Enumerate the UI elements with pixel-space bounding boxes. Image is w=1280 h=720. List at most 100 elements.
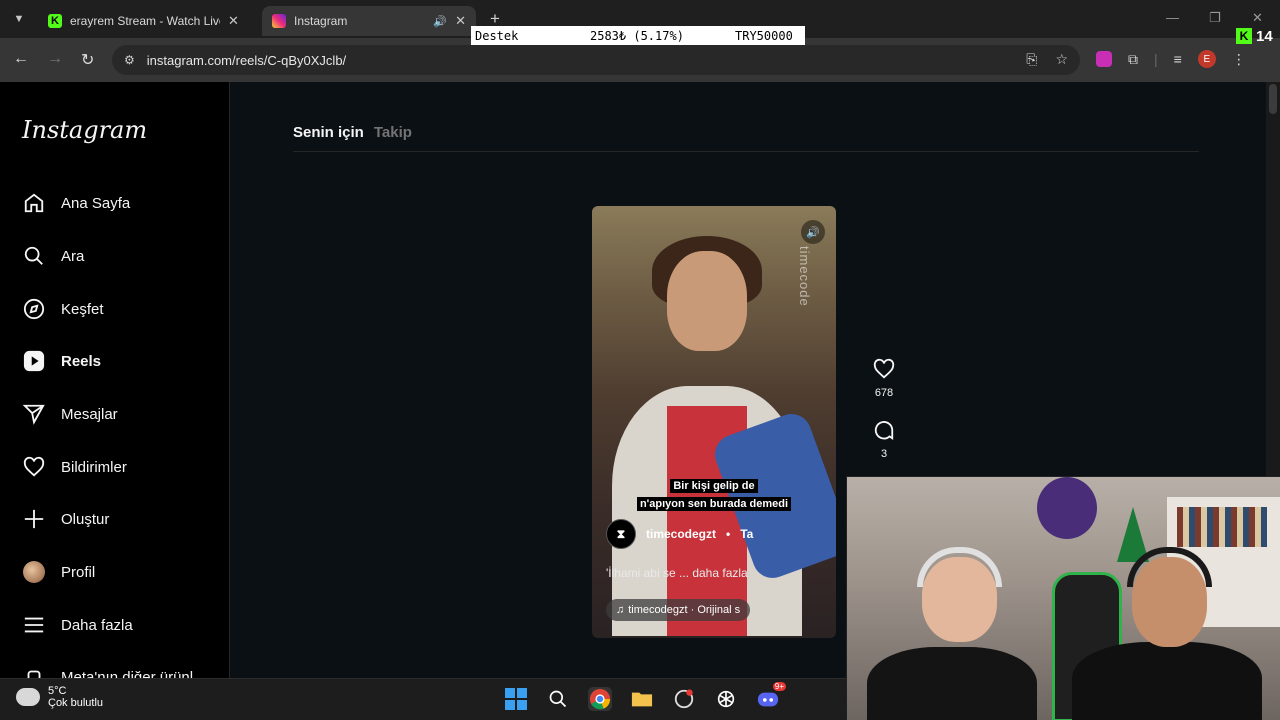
avatar: [22, 560, 46, 584]
subtitle-line-1: Bir kişi gelip de: [592, 476, 836, 494]
chatgpt-icon[interactable]: [714, 687, 738, 711]
extensions-puzzle-icon[interactable]: ⧉: [1128, 51, 1138, 68]
comment-count: 3: [880, 448, 888, 460]
file-explorer-icon[interactable]: [630, 687, 654, 711]
donation-ticker: Destek 2583₺ (5.17%) TRY50000: [471, 26, 805, 45]
music-note-icon: ♫: [616, 604, 625, 616]
media-control-icon[interactable]: ≡: [1174, 51, 1182, 67]
nav-more[interactable]: Daha fazla: [22, 610, 133, 640]
nav-create[interactable]: Oluştur: [22, 504, 109, 534]
nav-label: Mesajlar: [61, 405, 118, 423]
nav-label: Keşfet: [61, 300, 104, 318]
weather-widget[interactable]: 5°C Çok bulutlu: [13, 684, 104, 709]
search-icon[interactable]: [546, 687, 570, 711]
instagram-logo[interactable]: Instagram: [22, 116, 147, 144]
author-name[interactable]: timecodegzt: [646, 527, 716, 541]
like-action[interactable]: 678: [870, 358, 898, 399]
app-icon[interactable]: [672, 687, 696, 711]
tab-following[interactable]: Takip: [374, 124, 412, 141]
menu-icon: [22, 613, 46, 637]
ticker-amount: 2583₺ (5.17%): [590, 28, 684, 43]
feed-tabs: Senin için Takip: [293, 124, 412, 141]
reel-video[interactable]: timecode 🔊 Bir kişi gelip de n'apıyon se…: [592, 206, 836, 638]
kick-viewer-badge: K 14: [1236, 27, 1273, 45]
address-bar[interactable]: ⚙ instagram.com/reels/C-qBy0XJclb/ ⎘ ☆: [112, 45, 1080, 75]
search-icon: [22, 244, 46, 268]
nav-messages[interactable]: Mesajlar: [22, 399, 118, 429]
nav-label: Profil: [61, 563, 96, 581]
comment-action[interactable]: 3: [870, 419, 898, 460]
caption-text: 'İlhami abi se: [606, 566, 676, 580]
streamer-right: [1072, 542, 1262, 720]
window-close-button[interactable]: ✕: [1252, 10, 1263, 26]
home-icon: [22, 191, 46, 215]
nav-explore[interactable]: Keşfet: [22, 294, 104, 324]
speaker-icon[interactable]: 🔊: [433, 15, 447, 28]
speaker-icon[interactable]: 🔊: [801, 220, 825, 244]
reel-caption: 'İlhami abi se ... daha fazla: [606, 566, 748, 580]
nav-label: Ana Sayfa: [61, 194, 131, 212]
install-app-icon[interactable]: ⎘: [1026, 51, 1037, 68]
nav-search[interactable]: Ara: [22, 241, 84, 271]
reload-icon[interactable]: ↻: [81, 50, 94, 70]
video-watermark: timecode: [797, 246, 812, 307]
ticker-label: Destek: [475, 28, 519, 43]
comment-icon[interactable]: [870, 419, 898, 446]
divider: [293, 151, 1199, 152]
follow-button[interactable]: Ta: [740, 527, 753, 541]
kick-icon: K: [1236, 28, 1252, 44]
nav-home[interactable]: Ana Sayfa: [22, 188, 130, 218]
toolbar-divider: |: [1154, 51, 1158, 67]
reels-icon: [22, 349, 46, 373]
plus-icon: [22, 507, 46, 531]
extension-icon[interactable]: [1096, 51, 1112, 67]
author-separator: •: [726, 527, 731, 541]
author-avatar[interactable]: ⧗: [606, 519, 636, 549]
send-icon: [22, 402, 46, 426]
audio-label: timecodegzt · Orijinal s: [628, 604, 741, 616]
bookmark-star-icon[interactable]: ☆: [1055, 51, 1068, 68]
screen: ▼ K erayrem Stream - Watch Live o ✕ Inst…: [0, 0, 1280, 720]
weather-temp: 5°C: [48, 685, 67, 697]
kebab-menu-icon[interactable]: ⋮: [1232, 51, 1246, 68]
tab-title: erayrem Stream - Watch Live o: [70, 14, 220, 28]
url-text[interactable]: instagram.com/reels/C-qBy0XJclb/: [147, 53, 346, 68]
discord-badge: 9+: [772, 682, 786, 691]
nav-label: Oluştur: [61, 510, 110, 528]
back-icon[interactable]: ←: [13, 50, 29, 68]
chrome-icon[interactable]: [588, 687, 612, 711]
minimize-button[interactable]: —: [1166, 10, 1179, 25]
nav-notifications[interactable]: Bildirimler: [22, 452, 127, 482]
subtitle-line-2: n'apıyon sen burada demedi: [592, 494, 836, 512]
profile-avatar[interactable]: E: [1197, 50, 1216, 68]
ticker-goal: TRY50000: [735, 28, 793, 43]
nav-label: Reels: [61, 352, 102, 370]
reel-author: ⧗ timecodegzt • Ta: [606, 519, 753, 549]
forward-icon[interactable]: →: [47, 50, 63, 68]
nav-label: Bildirimler: [61, 458, 127, 476]
tab-search-icon[interactable]: ▼: [8, 9, 30, 29]
close-icon[interactable]: ✕: [455, 13, 466, 29]
audio-pill[interactable]: ♫ timecodegzt · Orijinal s: [606, 599, 751, 621]
nav-label: Daha fazla: [61, 616, 133, 634]
maximize-button[interactable]: ❐: [1209, 10, 1221, 26]
close-icon[interactable]: ✕: [228, 13, 239, 29]
weather-condition: Çok bulutlu: [48, 697, 104, 709]
kick-count: 14: [1256, 27, 1273, 45]
tab-for-you[interactable]: Senin için: [293, 124, 364, 141]
site-info-icon[interactable]: ⚙: [124, 53, 135, 67]
discord-icon[interactable]: 9+: [756, 682, 786, 711]
instagram-icon: [272, 14, 286, 28]
tab-instagram[interactable]: Instagram 🔊 ✕: [262, 6, 476, 36]
heart-icon[interactable]: [870, 358, 898, 385]
weather-cloud-icon: [13, 684, 40, 706]
compass-icon: [22, 297, 46, 321]
like-count: 678: [874, 387, 894, 399]
tab-kick-stream[interactable]: K erayrem Stream - Watch Live o ✕: [38, 6, 260, 36]
windows-start-icon[interactable]: [504, 687, 528, 711]
caption-more-link[interactable]: ... daha fazla: [679, 566, 748, 580]
windows-taskbar: 5°C Çok bulutlu 9+: [0, 678, 846, 720]
nav-reels[interactable]: Reels: [22, 346, 101, 376]
kick-icon: K: [48, 14, 62, 28]
nav-profile[interactable]: Profil: [22, 557, 95, 587]
